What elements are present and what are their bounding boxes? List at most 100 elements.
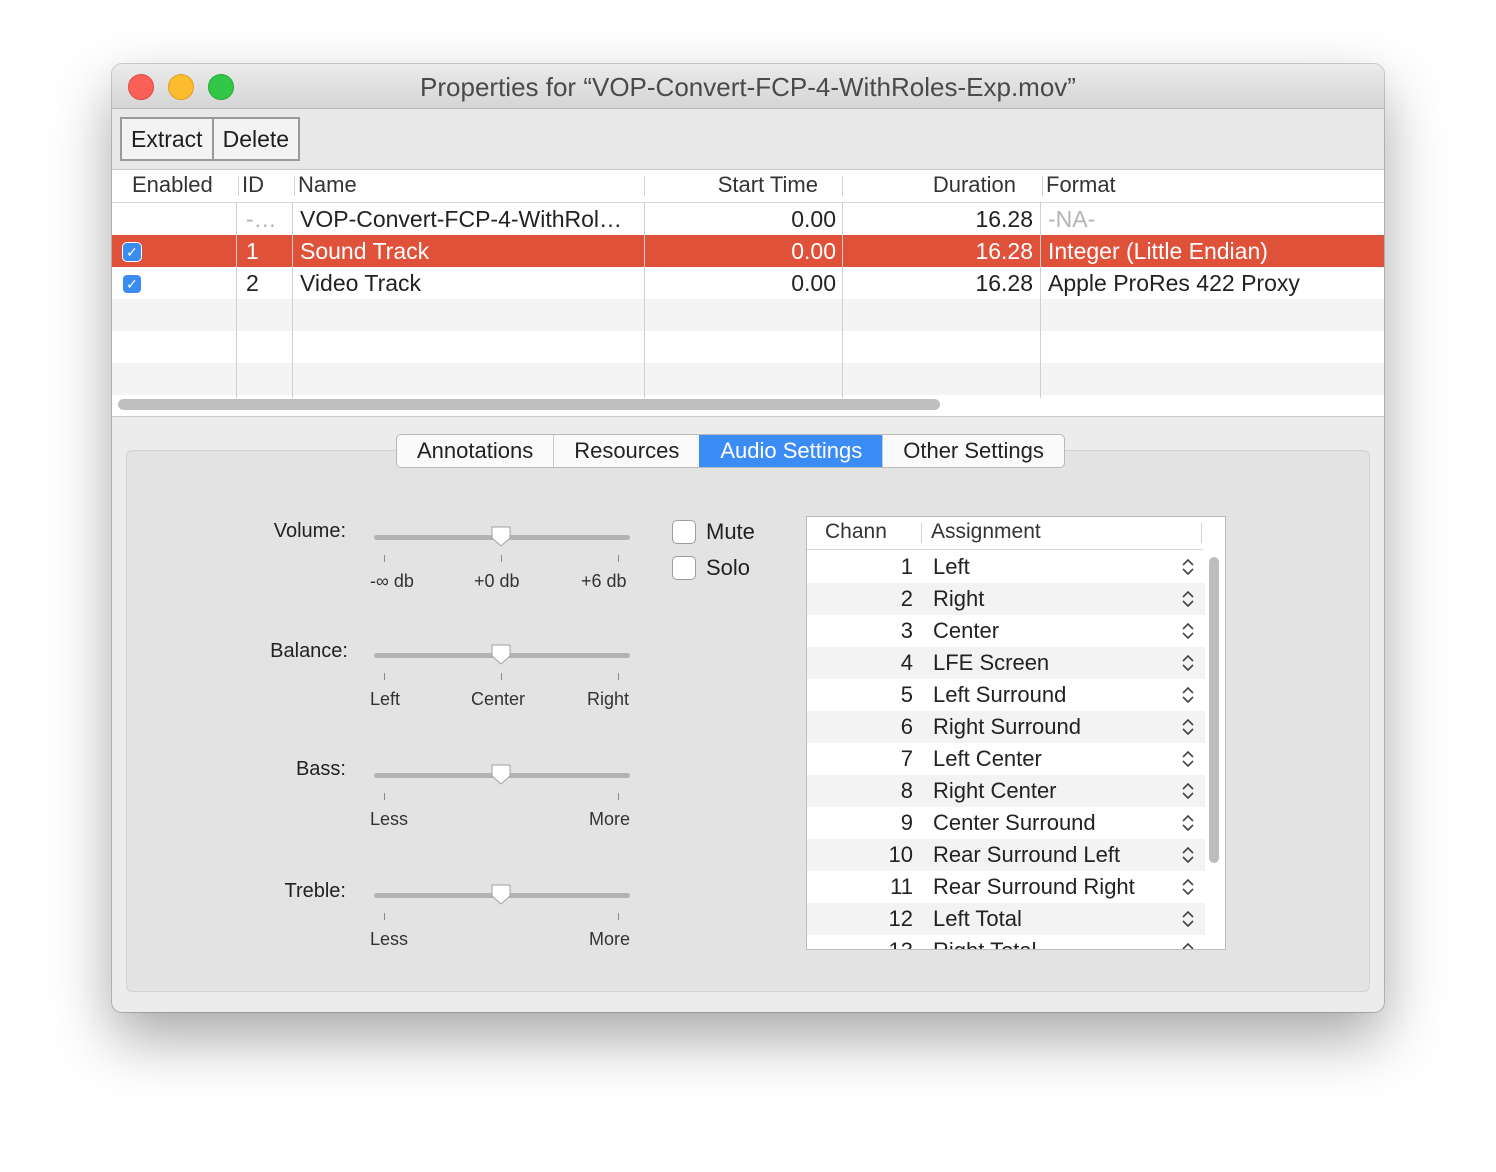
channel-row[interactable]: 10 Rear Surround Left [807,839,1205,871]
channel-row[interactable]: 6 Right Surround [807,711,1205,743]
channel-assignment-popup[interactable]: Right [933,583,984,615]
channel-assignment-popup[interactable]: Right Center [933,775,1057,807]
title-bar[interactable]: Properties for “VOP-Convert-FCP-4-WithRo… [112,64,1384,109]
treble-slider[interactable]: Less More [370,883,634,953]
mute-checkbox[interactable] [672,520,696,544]
enabled-checkbox[interactable]: ✓ [123,275,141,293]
channel-assignment-popup[interactable]: Rear Surround Left [933,839,1120,871]
slider-thumb[interactable] [490,525,512,547]
channel-row[interactable]: 3 Center [807,615,1205,647]
column-header-start-time[interactable]: Start Time [644,170,818,202]
channel-row[interactable]: 7 Left Center [807,743,1205,775]
updown-arrows-icon[interactable] [1181,685,1195,705]
channel-number: 13 [807,935,913,949]
channel-assignment-popup[interactable]: Right Surround [933,711,1081,743]
delete-button[interactable]: Delete [211,119,298,159]
tab-audio-settings[interactable]: Audio Settings [699,435,883,467]
updown-arrows-icon[interactable] [1181,557,1195,577]
updown-arrows-icon[interactable] [1181,717,1195,737]
extract-button[interactable]: Extract [122,119,212,159]
track-id: -… [246,206,277,232]
treble-label: Treble: [284,880,346,902]
column-header-name[interactable]: Name [294,170,357,202]
updown-arrows-icon[interactable] [1181,813,1195,833]
volume-mid-label: +0 db [474,571,520,591]
updown-arrows-icon[interactable] [1181,877,1195,897]
channel-assignment-popup[interactable]: Right Total [933,935,1037,949]
solo-label[interactable]: Solo [706,555,750,581]
channel-row[interactable]: 4 LFE Screen [807,647,1205,679]
track-id: 2 [246,270,259,296]
updown-arrows-icon[interactable] [1181,621,1195,641]
column-header-duration[interactable]: Duration [842,170,1016,202]
bass-max-label: More [589,809,631,829]
balance-mid-label: Center [471,689,526,709]
solo-checkbox[interactable] [672,556,696,580]
channel-row[interactable]: 5 Left Surround [807,679,1205,711]
tracks-table[interactable]: Enabled ID Name Start Time Duration Form… [112,170,1384,417]
horizontal-scrollbar[interactable] [118,399,940,410]
channel-row[interactable]: 2 Right [807,583,1205,615]
channel-assignment-popup[interactable]: Center [933,615,999,647]
enabled-checkbox[interactable]: ✓ [123,243,141,261]
column-header-id[interactable]: ID [238,170,264,202]
track-name: Video Track [300,270,422,296]
channel-assignment-popup[interactable]: Left Center [933,743,1042,775]
channel-assignment-table[interactable]: Chann Assignment 1 Left 2 Right 3 Center 4 LFE … [806,516,1226,950]
column-header-format[interactable]: Format [1042,170,1116,202]
column-header-enabled[interactable]: Enabled [132,170,213,202]
column-header-chann[interactable]: Chann [825,517,887,547]
updown-arrows-icon[interactable] [1181,941,1195,950]
channel-row[interactable]: 11 Rear Surround Right [807,871,1205,903]
updown-arrows-icon[interactable] [1181,589,1195,609]
channel-assignment-popup[interactable]: Left Total [933,903,1022,935]
channel-number: 2 [900,586,913,611]
channel-assignment-popup[interactable]: Center Surround [933,807,1096,839]
balance-min-label: Left [370,689,401,709]
table-row[interactable]: ✓ 2 Video Track 0.00 16.28 Apple ProRes … [112,267,1384,299]
updown-arrows-icon[interactable] [1181,909,1195,929]
channel-row[interactable]: 1 Left [807,551,1205,583]
volume-min-label: -∞ db [370,571,414,591]
updown-arrows-icon[interactable] [1181,653,1195,673]
tab-annotations[interactable]: Annotations [397,435,553,467]
slider-tick [384,555,385,562]
bass-slider[interactable]: Less More [370,763,634,833]
track-name: VOP-Convert-FCP-4-WithRol… [300,206,623,232]
channel-row[interactable]: 9 Center Surround [807,807,1205,839]
channel-number: 4 [900,650,913,675]
column-header-assignment[interactable]: Assignment [931,517,1041,547]
window-title: Properties for “VOP-Convert-FCP-4-WithRo… [420,72,1076,102]
channel-assignment-popup[interactable]: LFE Screen [933,647,1049,679]
track-actions: Extract Delete [120,117,301,161]
channel-number: 11 [890,874,913,899]
channel-assignment-popup[interactable]: Left [933,551,970,583]
tab-other-settings[interactable]: Other Settings [882,435,1064,467]
channel-assignment-popup[interactable]: Rear Surround Right [933,871,1135,903]
table-row[interactable]: -… VOP-Convert-FCP-4-WithRol… 0.00 16.28… [112,203,1384,235]
channel-row[interactable]: 8 Right Center [807,775,1205,807]
channel-assignment-popup[interactable]: Left Surround [933,679,1066,711]
track-format: Integer (Little Endian) [1048,238,1268,264]
slider-tick [618,793,619,800]
table-row-selected[interactable]: ✓ 1 Sound Track 0.00 16.28 Integer (Litt… [112,235,1384,267]
treble-min-label: Less [370,929,409,949]
bass-label: Bass: [295,758,346,780]
slider-tick [618,555,619,562]
updown-arrows-icon[interactable] [1181,749,1195,769]
slider-thumb[interactable] [490,643,512,665]
track-format: Apple ProRes 422 Proxy [1048,270,1300,296]
vertical-scrollbar[interactable] [1209,557,1219,863]
balance-slider[interactable]: Left Center Right [370,643,634,713]
column-divider [292,202,293,398]
channel-row[interactable]: 13 Right Total [807,935,1205,950]
mute-label[interactable]: Mute [706,519,755,545]
updown-arrows-icon[interactable] [1181,781,1195,801]
slider-thumb[interactable] [490,883,512,905]
slider-thumb[interactable] [490,763,512,785]
channel-row[interactable]: 12 Left Total [807,903,1205,935]
volume-slider[interactable]: -∞ db +0 db +6 db [370,525,634,595]
updown-arrows-icon[interactable] [1181,845,1195,865]
tab-resources[interactable]: Resources [553,435,699,467]
column-divider [236,202,237,398]
